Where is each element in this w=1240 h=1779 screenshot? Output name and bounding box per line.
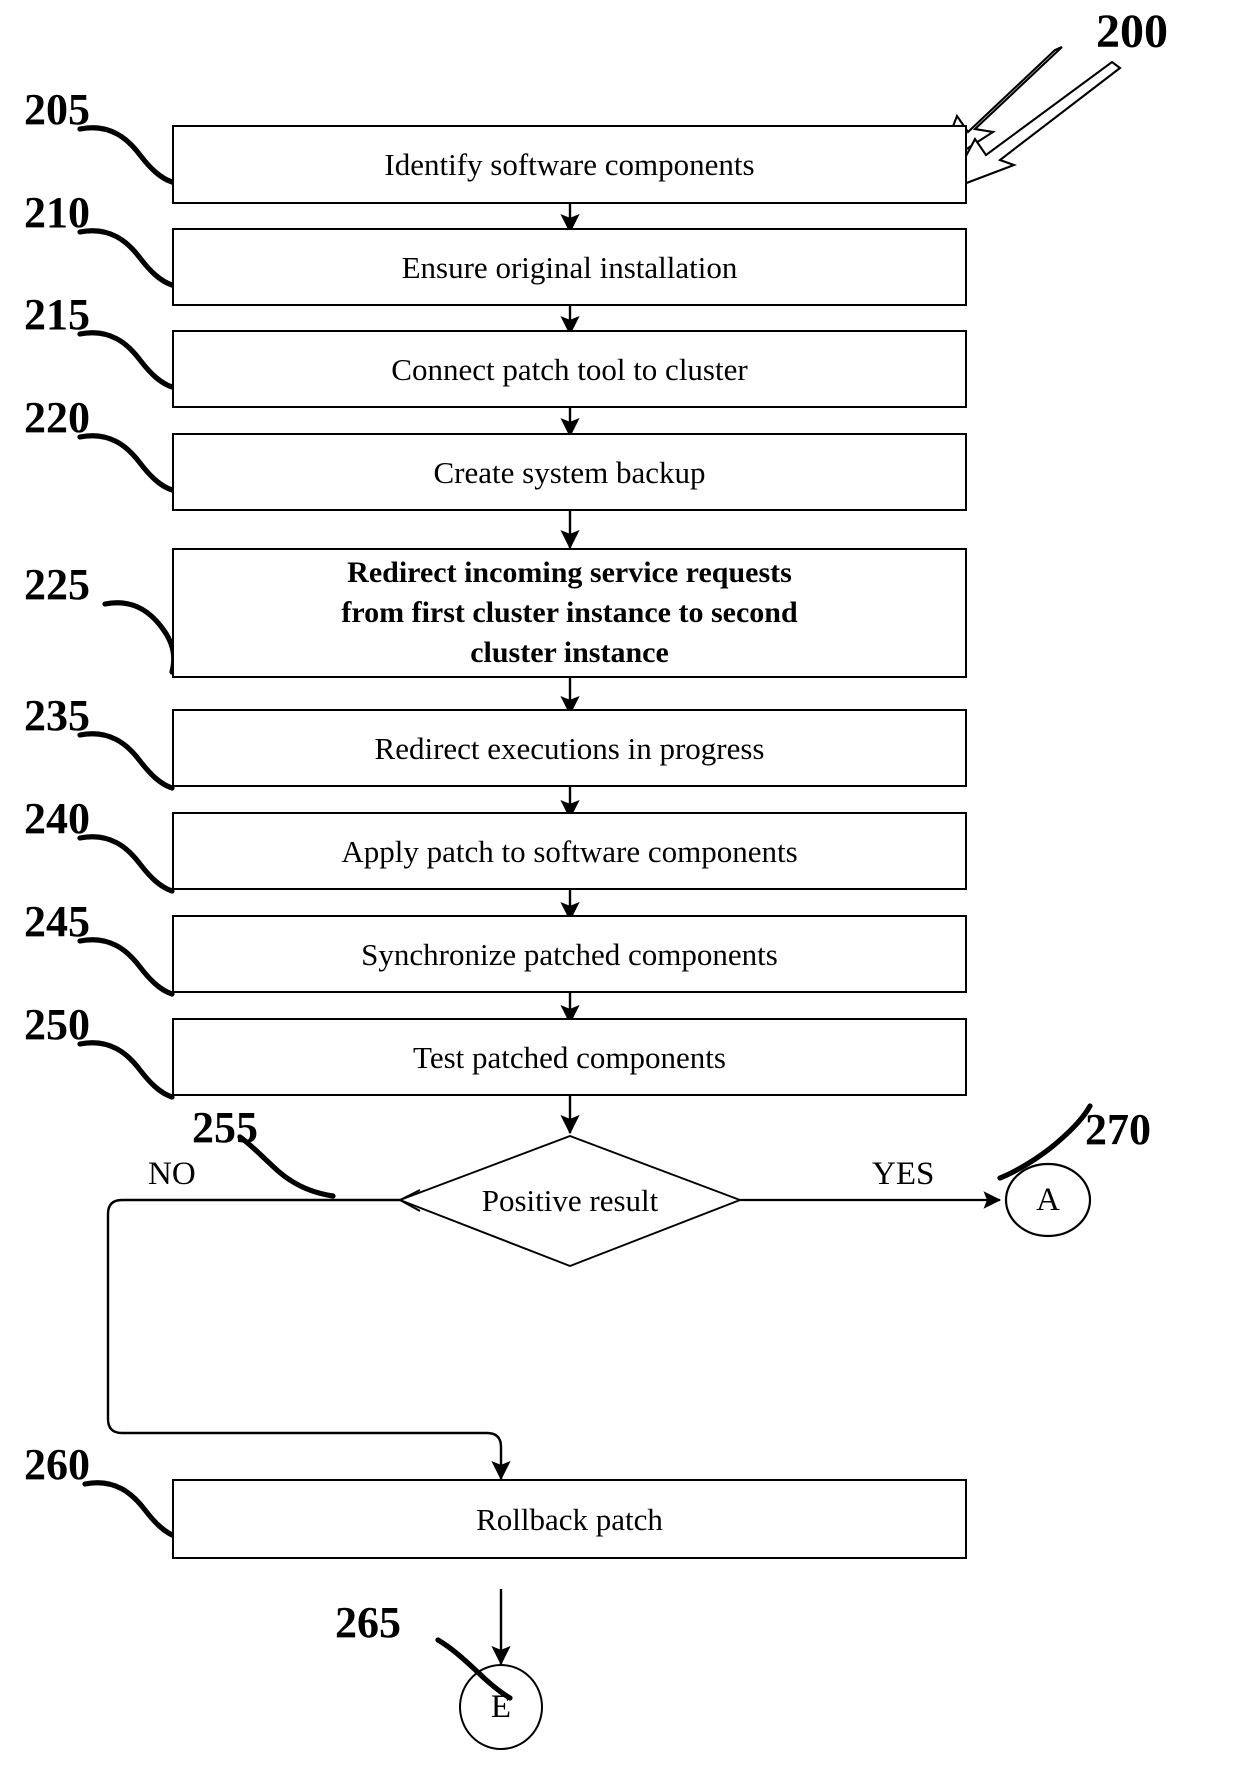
ref-number-205: 205 bbox=[24, 85, 90, 134]
ref-number-210: 210 bbox=[24, 188, 90, 237]
decision-label-255: Positive result bbox=[481, 1183, 659, 1218]
figure-canvas: 200 Identify software components Ensure … bbox=[0, 0, 1240, 1779]
branch-label-yes: YES bbox=[872, 1156, 935, 1192]
leader-235 bbox=[77, 731, 175, 791]
process-label-250: Test patched components bbox=[413, 1039, 726, 1075]
process-box-235[interactable]: Redirect executions in progress bbox=[172, 709, 967, 787]
process-label-225: Redirect incoming service requests from … bbox=[341, 556, 798, 669]
ref-number-255: 255 bbox=[192, 1103, 258, 1152]
ref-number-225: 225 bbox=[24, 560, 90, 609]
ref-number-235: 235 bbox=[24, 691, 90, 740]
leader-220 bbox=[77, 433, 175, 493]
process-label-205: Identify software components bbox=[384, 147, 755, 182]
leader-245 bbox=[77, 937, 175, 997]
process-box-205[interactable]: Identify software components bbox=[172, 125, 967, 204]
process-box-210[interactable]: Ensure original installation bbox=[172, 228, 967, 306]
ref-number-260: 260 bbox=[24, 1440, 90, 1489]
ref-number-245: 245 bbox=[24, 897, 90, 946]
ref-number-220: 220 bbox=[24, 393, 90, 442]
process-label-215: Connect patch tool to cluster bbox=[391, 351, 748, 387]
branch-label-no: NO bbox=[148, 1156, 196, 1192]
leader-260 bbox=[82, 1480, 180, 1540]
leader-210 bbox=[77, 228, 175, 288]
ref-number-240: 240 bbox=[24, 794, 90, 843]
leader-205 bbox=[77, 125, 175, 185]
leader-215 bbox=[77, 330, 175, 390]
process-label-245: Synchronize patched components bbox=[361, 936, 778, 972]
process-label-240: Apply patch to software components bbox=[341, 833, 798, 869]
process-box-225[interactable]: Redirect incoming service requests from … bbox=[172, 548, 967, 678]
ref-number-265: 265 bbox=[335, 1598, 401, 1647]
process-label-210: Ensure original installation bbox=[401, 249, 738, 285]
process-box-245[interactable]: Synchronize patched components bbox=[172, 915, 967, 993]
ref-number-270: 270 bbox=[1085, 1105, 1151, 1154]
process-label-235: Redirect executions in progress bbox=[374, 730, 765, 766]
process-box-220[interactable]: Create system backup bbox=[172, 433, 967, 511]
process-box-240[interactable]: Apply patch to software components bbox=[172, 812, 967, 890]
leader-250 bbox=[77, 1040, 175, 1100]
process-label-220: Create system backup bbox=[433, 454, 706, 490]
ref-number-215: 215 bbox=[24, 290, 90, 339]
no-branch-line bbox=[106, 1198, 511, 1481]
process-box-215[interactable]: Connect patch tool to cluster bbox=[172, 330, 967, 408]
leader-240 bbox=[77, 834, 175, 894]
connector-label-a: A bbox=[1036, 1182, 1060, 1218]
process-label-260: Rollback patch bbox=[476, 1501, 663, 1537]
figure-number-200: 200 bbox=[1096, 5, 1168, 58]
process-box-250[interactable]: Test patched components bbox=[172, 1018, 967, 1096]
leader-225 bbox=[102, 600, 177, 675]
connector-label-e: E bbox=[490, 1689, 512, 1725]
ref-number-250: 250 bbox=[24, 1000, 90, 1049]
process-box-260-rollback[interactable]: Rollback patch bbox=[172, 1479, 967, 1559]
